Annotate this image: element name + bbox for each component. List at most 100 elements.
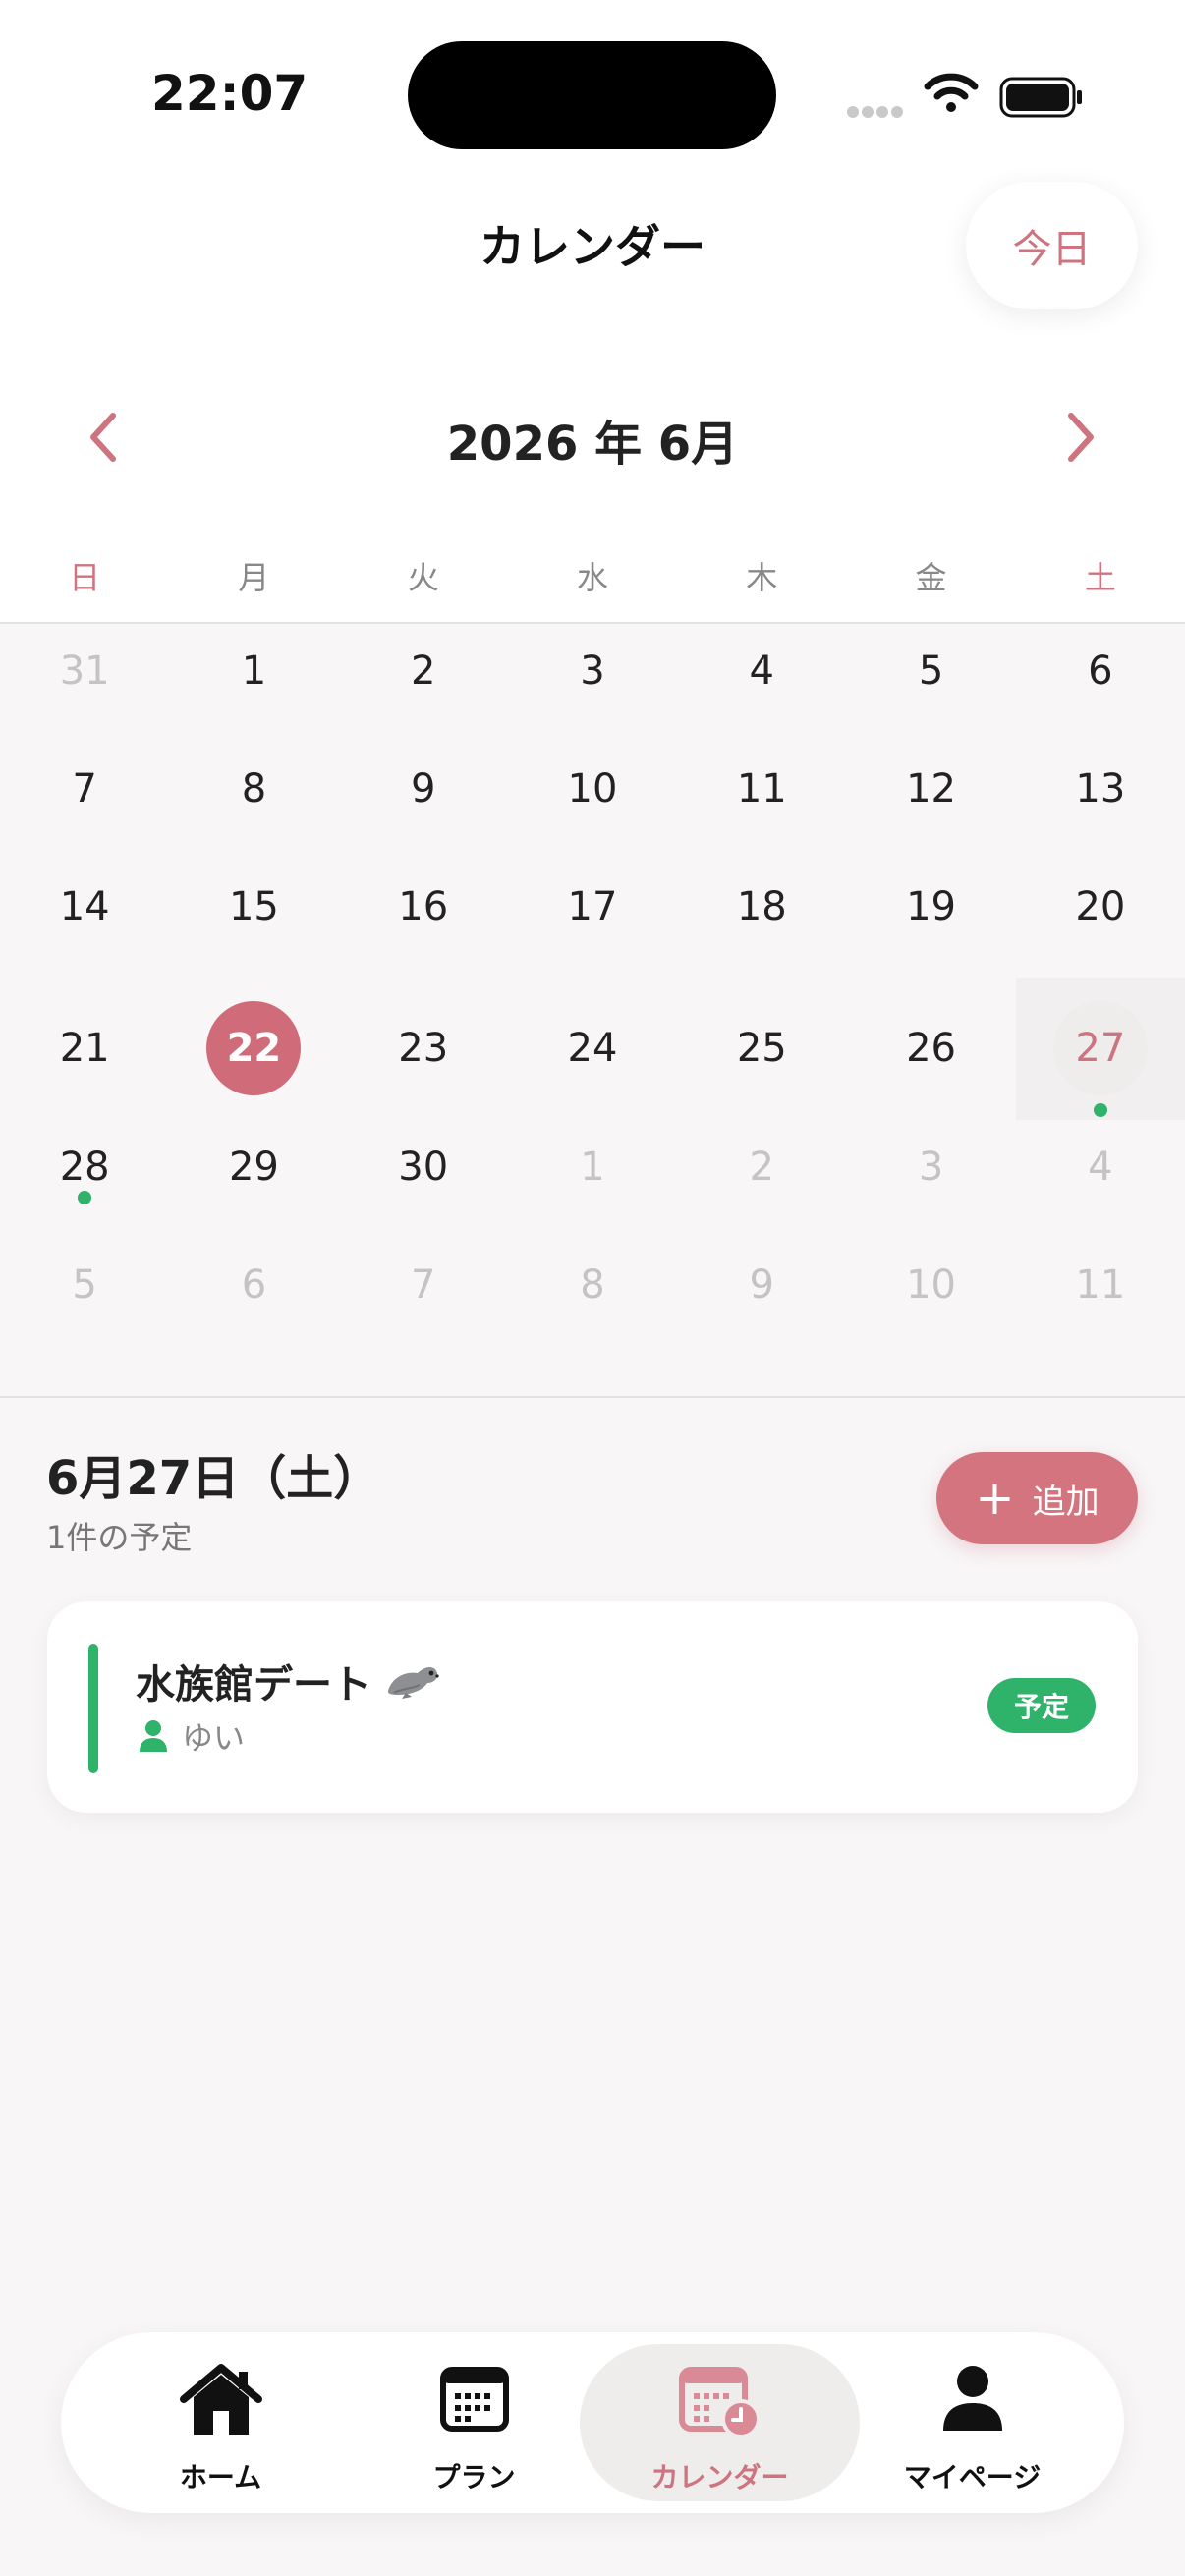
tab-bar: ホーム プラン カレンダー マイページ [61,2332,1124,2513]
day-cell[interactable]: 3 [846,1120,1015,1238]
day-cell[interactable]: 8 [169,742,338,860]
tab-label: マイページ [903,2461,1042,2493]
day-cell[interactable]: 4 [677,624,846,742]
person-icon [942,2366,1002,2431]
day-cell[interactable]: 29 [169,1120,338,1238]
day-cell[interactable]: 11 [677,742,846,860]
day-number: 1 [580,1145,605,1190]
day-number: 26 [906,1026,956,1071]
day-cell[interactable]: 5 [846,624,1015,742]
day-number: 20 [1075,884,1126,929]
add-button-label: 追加 [1032,1482,1100,1522]
battery-icon [999,77,1082,118]
tab-calendar[interactable]: カレンダー [580,2344,860,2501]
day-cell[interactable]: 19 [846,860,1015,978]
day-cell[interactable]: 14 [0,860,169,978]
day-number: 2 [749,1145,774,1190]
day-number: 9 [410,766,436,812]
day-number: 17 [567,884,618,929]
day-cell[interactable]: 5 [0,1238,169,1356]
week-row: 7 8 9 10 11 12 13 [0,742,1185,860]
day-number: 7 [72,766,97,812]
day-cell-today[interactable]: 22 [169,978,338,1120]
week-row: 14 15 16 17 18 19 20 [0,860,1185,978]
day-number: 10 [906,1262,956,1308]
day-cell[interactable]: 1 [508,1120,677,1238]
tab-label: カレンダー [650,2461,789,2493]
day-cell[interactable]: 21 [0,978,169,1120]
event-title: 水族館デート [136,1662,371,1708]
day-cell[interactable]: 18 [677,860,846,978]
tab-label: ホーム [179,2461,262,2493]
cellular-signal-icon [847,103,906,122]
tab-plan[interactable]: プラン [334,2344,614,2501]
day-number: 6 [241,1262,267,1308]
week-row: 5 6 7 8 9 10 11 [0,1238,1185,1356]
day-cell[interactable]: 15 [169,860,338,978]
day-cell[interactable]: 2 [677,1120,846,1238]
day-cell[interactable]: 13 [1016,742,1185,860]
day-number: 8 [580,1262,605,1308]
weekday-label: 水 [576,559,608,596]
status-icons [847,71,1083,120]
day-cell[interactable]: 30 [339,1120,508,1238]
day-cell[interactable]: 28 [0,1120,169,1238]
tab-label: プラン [432,2461,516,2493]
day-cell[interactable]: 23 [339,978,508,1120]
add-event-button[interactable]: + 追加 [936,1452,1138,1544]
weekday-label: 木 [746,559,778,596]
day-cell[interactable]: 8 [508,1238,677,1356]
day-number: 30 [398,1145,449,1190]
status-badge: 予定 [988,1678,1096,1733]
today-button[interactable]: 今日 [966,182,1138,309]
month-title: 2026 年 6月 [446,417,739,472]
day-number: 24 [567,1026,618,1071]
day-cell[interactable]: 9 [339,742,508,860]
day-cell[interactable]: 1 [169,624,338,742]
day-number: 3 [580,648,605,694]
wifi-icon [924,73,979,112]
day-cell[interactable]: 24 [508,978,677,1120]
event-card[interactable]: 水族館デート ゆい 予定 [47,1601,1138,1813]
day-number: 4 [1088,1145,1113,1190]
day-number: 2 [410,648,436,694]
next-month-chevron-icon[interactable] [1056,408,1105,467]
day-cell[interactable]: 6 [1016,624,1185,742]
event-color-bar [88,1644,98,1773]
plus-icon: + [975,1471,1015,1526]
seal-icon [387,1667,439,1699]
day-number: 11 [736,766,787,812]
day-cell[interactable]: 20 [1016,860,1185,978]
day-cell[interactable]: 9 [677,1238,846,1356]
day-number: 19 [906,884,956,929]
day-cell[interactable]: 7 [339,1238,508,1356]
day-cell[interactable]: 10 [846,1238,1015,1356]
day-cell[interactable]: 3 [508,624,677,742]
day-cell[interactable]: 10 [508,742,677,860]
day-cell[interactable]: 26 [846,978,1015,1120]
tab-mypage[interactable]: マイページ [832,2344,1112,2501]
selected-date-title: 6月27日（土） [46,1451,381,1506]
day-cell[interactable]: 4 [1016,1120,1185,1238]
day-cell[interactable]: 2 [339,624,508,742]
day-cell[interactable]: 6 [169,1238,338,1356]
day-cell[interactable]: 11 [1016,1238,1185,1356]
day-number: 5 [918,648,944,694]
day-cell[interactable]: 25 [677,978,846,1120]
day-cell[interactable]: 31 [0,624,169,742]
tab-home[interactable]: ホーム [81,2344,361,2501]
day-number: 1 [241,648,267,694]
weekday-label: 土 [1084,559,1116,596]
day-number: 21 [59,1026,110,1071]
home-icon [179,2364,262,2435]
day-cell[interactable]: 17 [508,860,677,978]
weekday-label: 金 [915,559,947,596]
day-number: 11 [1075,1262,1126,1308]
day-number: 16 [398,884,449,929]
day-cell[interactable]: 16 [339,860,508,978]
day-cell[interactable]: 12 [846,742,1015,860]
dynamic-island [408,41,776,149]
day-cell-selected[interactable]: 27 [1015,978,1185,1120]
weekday-label: 火 [407,559,439,596]
day-cell[interactable]: 7 [0,742,169,860]
